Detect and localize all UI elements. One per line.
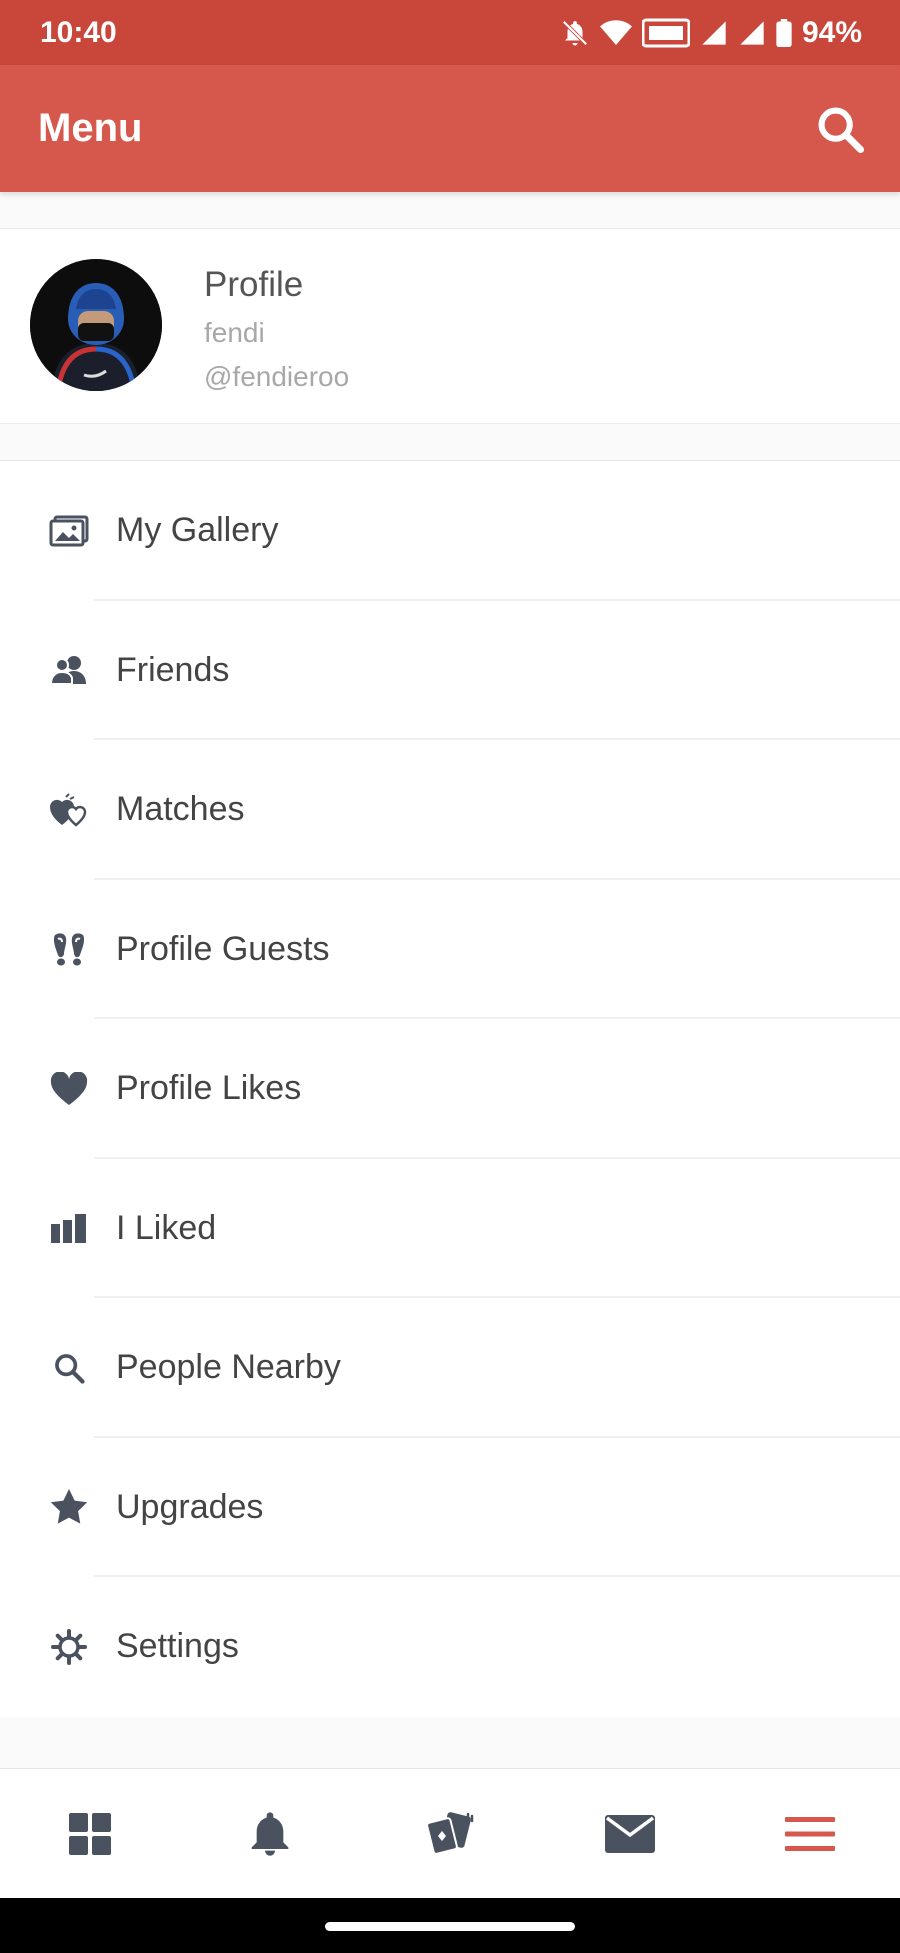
menu-item-label: Matches — [116, 790, 245, 829]
footprints-icon — [48, 928, 90, 970]
menu-item-matches[interactable]: Matches — [0, 740, 900, 880]
menu-item-settings[interactable]: Settings — [0, 1577, 900, 1717]
avatar — [30, 259, 162, 391]
heart-icon — [48, 1068, 90, 1110]
app-bar: Menu — [0, 65, 900, 192]
thumbs-up-icon — [48, 1207, 90, 1249]
menu-item-i-liked[interactable]: I Liked — [0, 1159, 900, 1298]
menu-item-profile-guests[interactable]: Profile Guests — [0, 880, 900, 1019]
profile-name: fendi — [204, 317, 265, 348]
status-time: 10:40 — [40, 15, 117, 49]
menu-item-people-nearby[interactable]: People Nearby — [0, 1298, 900, 1438]
profile-card[interactable]: Profile fendi @fendieroo — [0, 228, 900, 424]
mail-icon — [605, 1814, 655, 1853]
menu-list: My Gallery Friends Matches Profile Guest… — [0, 460, 900, 1717]
star-icon — [48, 1486, 90, 1528]
status-bar: 10:40 94% — [0, 0, 900, 65]
menu-item-profile-likes[interactable]: Profile Likes — [0, 1019, 900, 1159]
wifi-calling-icon — [641, 18, 690, 47]
nav-dashboard-button[interactable] — [35, 1779, 145, 1889]
search-icon — [818, 107, 865, 153]
menu-item-label: Profile Guests — [116, 929, 330, 968]
signal-icon — [702, 20, 726, 45]
wifi-icon — [599, 19, 632, 45]
bottom-nav — [0, 1768, 900, 1898]
menu-icon — [785, 1816, 835, 1851]
profile-handle: @fendieroo — [204, 361, 350, 392]
cards-icon — [426, 1811, 474, 1855]
notifications-off-icon — [562, 19, 588, 46]
menu-item-label: Profile Likes — [116, 1069, 302, 1108]
menu-item-label: Settings — [116, 1627, 239, 1666]
nav-messages-button[interactable] — [575, 1779, 685, 1889]
menu-item-label: I Liked — [116, 1208, 217, 1247]
status-icons: 94% — [560, 16, 862, 50]
gear-icon — [48, 1626, 90, 1668]
nav-menu-button[interactable] — [755, 1779, 865, 1889]
menu-item-label: Upgrades — [116, 1487, 264, 1526]
nav-notifications-button[interactable] — [215, 1779, 325, 1889]
friends-icon — [48, 649, 90, 691]
matches-icon — [48, 789, 90, 831]
menu-item-label: People Nearby — [116, 1348, 341, 1387]
profile-title: Profile — [204, 265, 304, 304]
home-gesture-handle[interactable] — [325, 1922, 575, 1931]
nav-cards-button[interactable] — [395, 1779, 505, 1889]
search-icon — [48, 1347, 90, 1389]
signal-icon-2 — [740, 20, 764, 45]
battery-icon — [776, 18, 792, 47]
menu-item-label: My Gallery — [116, 511, 279, 550]
page-title: Menu — [38, 106, 143, 150]
menu-item-my-gallery[interactable]: My Gallery — [0, 461, 900, 601]
gallery-icon — [48, 510, 90, 552]
menu-item-upgrades[interactable]: Upgrades — [0, 1438, 900, 1577]
menu-item-label: Friends — [116, 650, 230, 689]
menu-item-friends[interactable]: Friends — [0, 601, 900, 740]
search-button[interactable] — [810, 99, 870, 159]
battery-percent: 94% — [801, 15, 862, 49]
system-navigation-bar — [0, 1898, 900, 1953]
bell-icon — [251, 1811, 289, 1856]
grid-icon — [69, 1812, 111, 1855]
